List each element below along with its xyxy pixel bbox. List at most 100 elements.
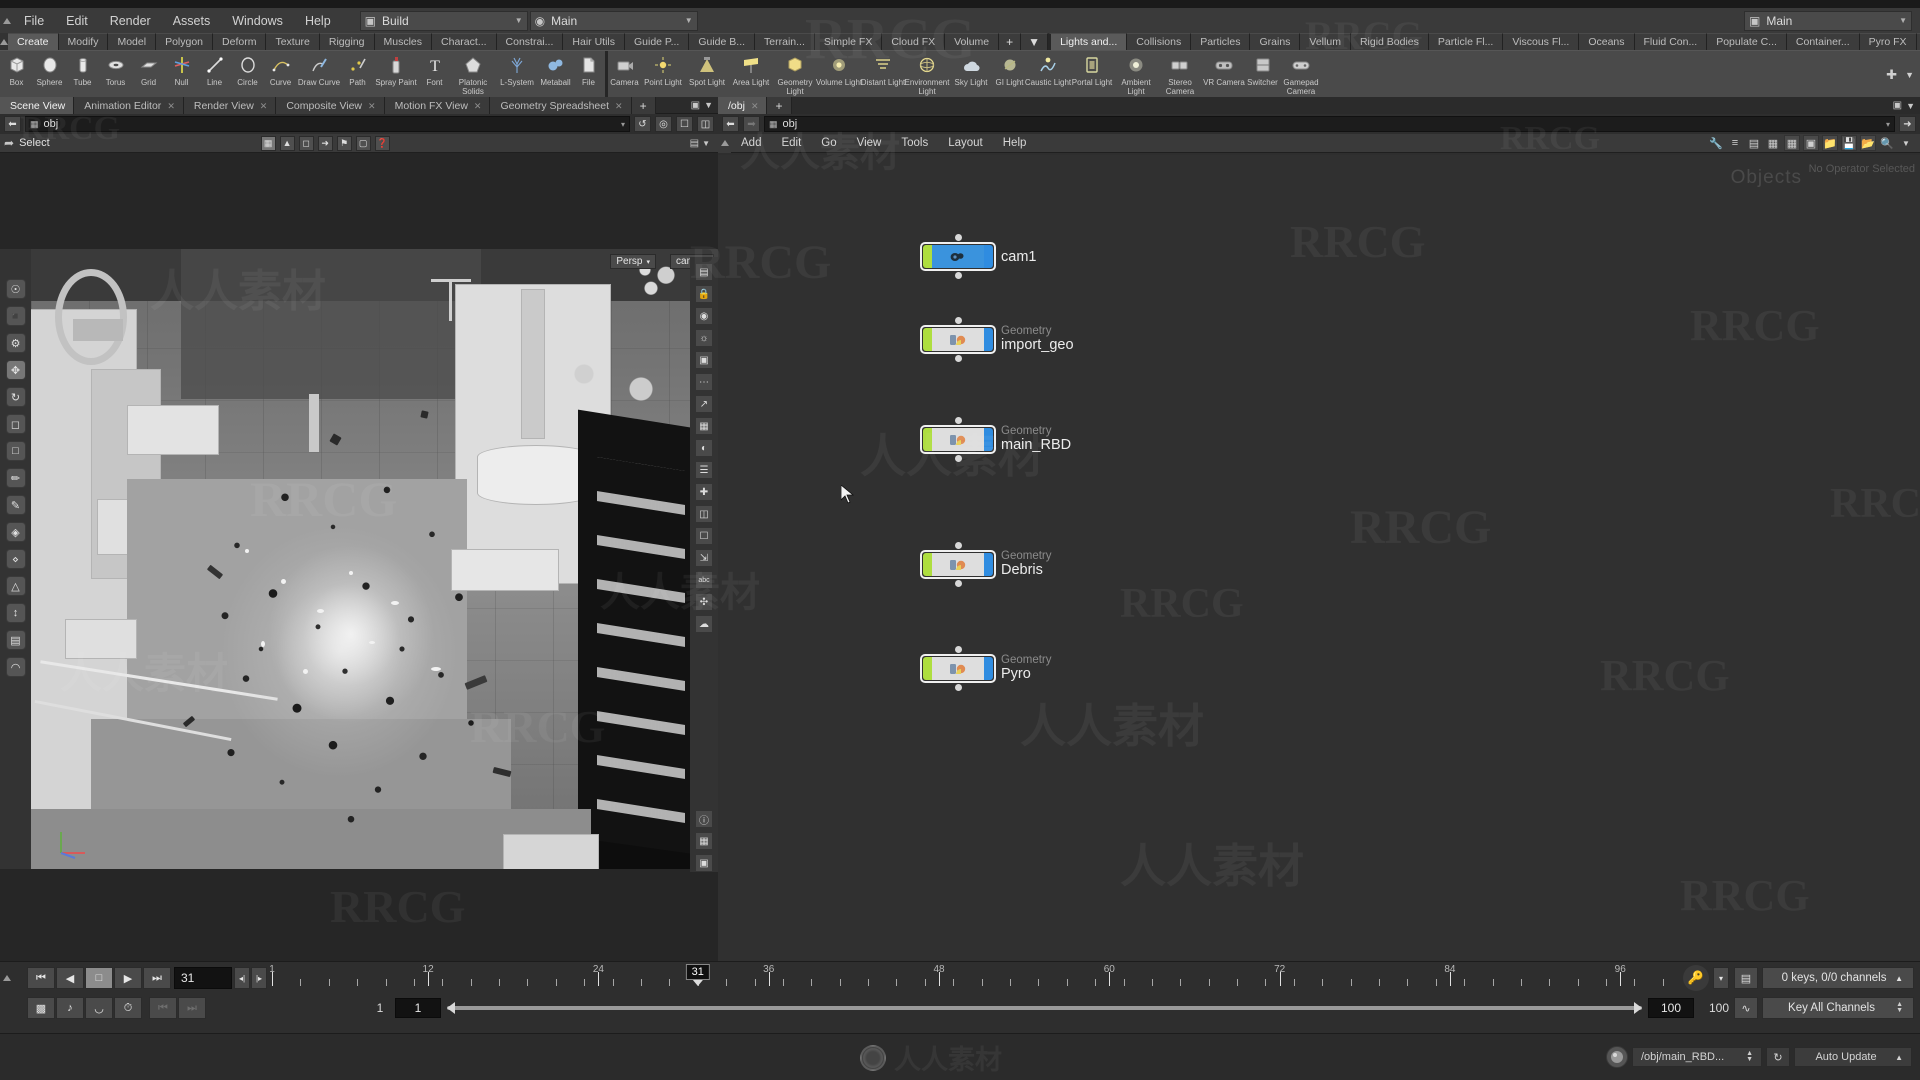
chevron-down-icon[interactable]: ▼ — [1898, 135, 1914, 151]
network-menu-layout[interactable]: Layout — [938, 134, 993, 153]
shelf-tab-deform[interactable]: Deform — [213, 33, 266, 50]
bridge-tool-icon[interactable]: ⋄ — [6, 549, 26, 569]
jump-to-end-button[interactable]: ⏭ — [143, 967, 171, 989]
play-forward-button[interactable]: ▶ — [114, 967, 142, 989]
edit-tool-icon[interactable]: ✎ — [6, 495, 26, 515]
shading-mode-icon[interactable]: ◉ — [695, 307, 713, 325]
view-reset-button[interactable]: ↺ — [634, 116, 651, 132]
snapshot-button[interactable]: ☐ — [676, 116, 693, 132]
keys-status-field[interactable]: 0 keys, 0/0 channels ▲ — [1762, 967, 1914, 989]
save-icon[interactable]: 💾 — [1841, 135, 1857, 151]
node-output-port[interactable] — [955, 355, 962, 362]
pane-layout-icon[interactable]: ▣ — [691, 100, 700, 111]
range-end-field[interactable]: 100 — [1648, 998, 1694, 1018]
scene-view-add-tab[interactable]: + — [632, 97, 656, 114]
shelf-tab-populate-containers[interactable]: Populate C... — [1707, 33, 1787, 50]
pane-layout-icon[interactable]: ▣ — [1893, 100, 1902, 111]
shelf-tab-oceans[interactable]: Oceans — [1579, 33, 1634, 50]
snapshot-compare-icon[interactable]: ▦ — [695, 832, 713, 850]
update-mode-field[interactable]: Auto Update ▲ — [1794, 1047, 1912, 1067]
scene-path-field[interactable]: ▦ obj ▾ — [25, 116, 630, 132]
display-options-icon[interactable]: ▤ — [695, 263, 713, 281]
node-output-port[interactable] — [955, 272, 962, 279]
range-start-field[interactable]: 1 — [395, 998, 441, 1018]
close-icon[interactable]: ✕ — [260, 98, 268, 114]
tool-geometry-light[interactable]: Geometry Light — [773, 51, 817, 99]
node-main-rbd[interactable]: Geometry main_RBD — [923, 425, 1071, 453]
secure-selection-toggle[interactable]: ⚑ — [337, 136, 352, 151]
tool-vr-camera[interactable]: VR Camera — [1202, 51, 1246, 99]
shelf-tab-cloud-fx[interactable]: Cloud FX — [882, 33, 945, 50]
audio-panel-button[interactable]: ♪ — [56, 997, 84, 1019]
chevron-down-icon[interactable]: ▾ — [1886, 120, 1890, 129]
pane-menu-icon[interactable]: ▼ — [704, 100, 713, 110]
tool-grid[interactable]: Grid — [132, 51, 165, 99]
tab-geometry-spreadsheet[interactable]: Geometry Spreadsheet ✕ — [490, 97, 631, 114]
view-mode-badge[interactable]: Persp ▾ — [610, 254, 656, 269]
shelf-tab-particles[interactable]: Particles — [1191, 33, 1250, 50]
grid-display-icon[interactable]: ◫ — [695, 505, 713, 523]
axis-display-icon[interactable]: ✚ — [695, 483, 713, 501]
backface-icon[interactable]: ◐ — [695, 439, 713, 457]
network-jump-button[interactable]: ➜ — [1899, 116, 1916, 132]
desktop-selector[interactable]: ▣ Build ▼ — [360, 11, 528, 31]
tab-scene-view[interactable]: Scene View — [0, 97, 74, 114]
poly-tool-icon[interactable]: △ — [6, 576, 26, 596]
shelf-scroll-nub[interactable] — [0, 33, 8, 50]
tool-box[interactable]: Box — [0, 51, 33, 99]
network-menu-edit[interactable]: Edit — [771, 134, 811, 153]
network-canvas[interactable]: Objects No Operator Selected cam1 — [718, 155, 1920, 961]
node-output-port[interactable] — [955, 684, 962, 691]
vectors-display-icon[interactable]: ⇲ — [695, 549, 713, 567]
shelf-tab-constraints[interactable]: Constrai... — [497, 33, 564, 50]
node-cam1[interactable]: cam1 — [923, 245, 1036, 268]
node-output-port[interactable] — [955, 455, 962, 462]
viewport-menu-icon[interactable]: ▼ — [702, 139, 710, 148]
path-back-button[interactable]: ⬅ — [4, 116, 21, 132]
shelf-tab-containers[interactable]: Container... — [1787, 33, 1860, 50]
close-icon[interactable]: ✕ — [368, 98, 376, 114]
shelf-tab-muscles[interactable]: Muscles — [375, 33, 433, 50]
next-key-button[interactable]: ⏭ — [178, 997, 206, 1019]
close-icon[interactable]: ✕ — [615, 98, 623, 114]
shelf-tab-pyro-fx[interactable]: Pyro FX — [1860, 33, 1917, 50]
network-menu-go[interactable]: Go — [811, 134, 846, 153]
close-icon[interactable]: ✕ — [167, 98, 175, 114]
shelf-tab-menu-left[interactable]: ▼ — [1021, 33, 1048, 50]
move-tool-icon[interactable]: ✥ — [6, 360, 26, 380]
tool-area-light[interactable]: Area Light — [729, 51, 773, 99]
normals-display-icon[interactable]: ↗ — [695, 395, 713, 413]
network-menu-view[interactable]: View — [847, 134, 892, 153]
uv-tool-icon[interactable]: ▤ — [6, 630, 26, 650]
view-tool-icon[interactable]: ☉ — [6, 279, 26, 299]
right-layout-selector[interactable]: ▣ Main ▼ — [1744, 11, 1912, 31]
particle-display-icon[interactable]: ✣ — [695, 593, 713, 611]
prev-key-button[interactable]: ⏮ — [149, 997, 177, 1019]
tool-l-system[interactable]: L-System — [495, 51, 539, 99]
channel-list-button[interactable]: ▤ — [1734, 967, 1758, 989]
shelf-tab-terrain[interactable]: Terrain... — [755, 33, 815, 50]
tree-view-icon[interactable]: ▤ — [1746, 135, 1762, 151]
tool-draw-curve[interactable]: Draw Curve — [297, 51, 341, 99]
guide-geometry-icon[interactable]: ☰ — [695, 461, 713, 479]
menu-render[interactable]: Render — [99, 8, 162, 34]
new-folder-icon[interactable]: 📁 — [1822, 135, 1838, 151]
state-tool-icon[interactable]: □ — [6, 441, 26, 461]
tool-caustic-light[interactable]: Caustic Light — [1026, 51, 1070, 99]
material-display-icon[interactable]: ▣ — [695, 351, 713, 369]
handle-tool-icon[interactable]: ⚙ — [6, 333, 26, 353]
chevron-down-icon[interactable]: ▾ — [621, 120, 625, 129]
help-browser-icon[interactable]: ❓ — [375, 136, 390, 151]
range-end-handle[interactable] — [1634, 1002, 1642, 1014]
tool-distant-light[interactable]: Distant Light — [861, 51, 905, 99]
search-icon[interactable]: 🔍 — [1879, 135, 1895, 151]
tool-metaball[interactable]: Metaball — [539, 51, 572, 99]
tool-environment-light[interactable]: Environment Light — [905, 51, 949, 99]
grid-layout-icon[interactable]: ▦ — [1784, 135, 1800, 151]
timeline-ruler[interactable]: 1122436486072849631 — [272, 964, 1677, 992]
paint-tool-icon[interactable]: ✏ — [6, 468, 26, 488]
network-menu-add[interactable]: Add — [731, 134, 771, 153]
range-slider[interactable] — [447, 998, 1642, 1018]
wireframe-icon[interactable]: ▦ — [695, 417, 713, 435]
shelf-tab-guide-behavior[interactable]: Guide B... — [689, 33, 755, 50]
